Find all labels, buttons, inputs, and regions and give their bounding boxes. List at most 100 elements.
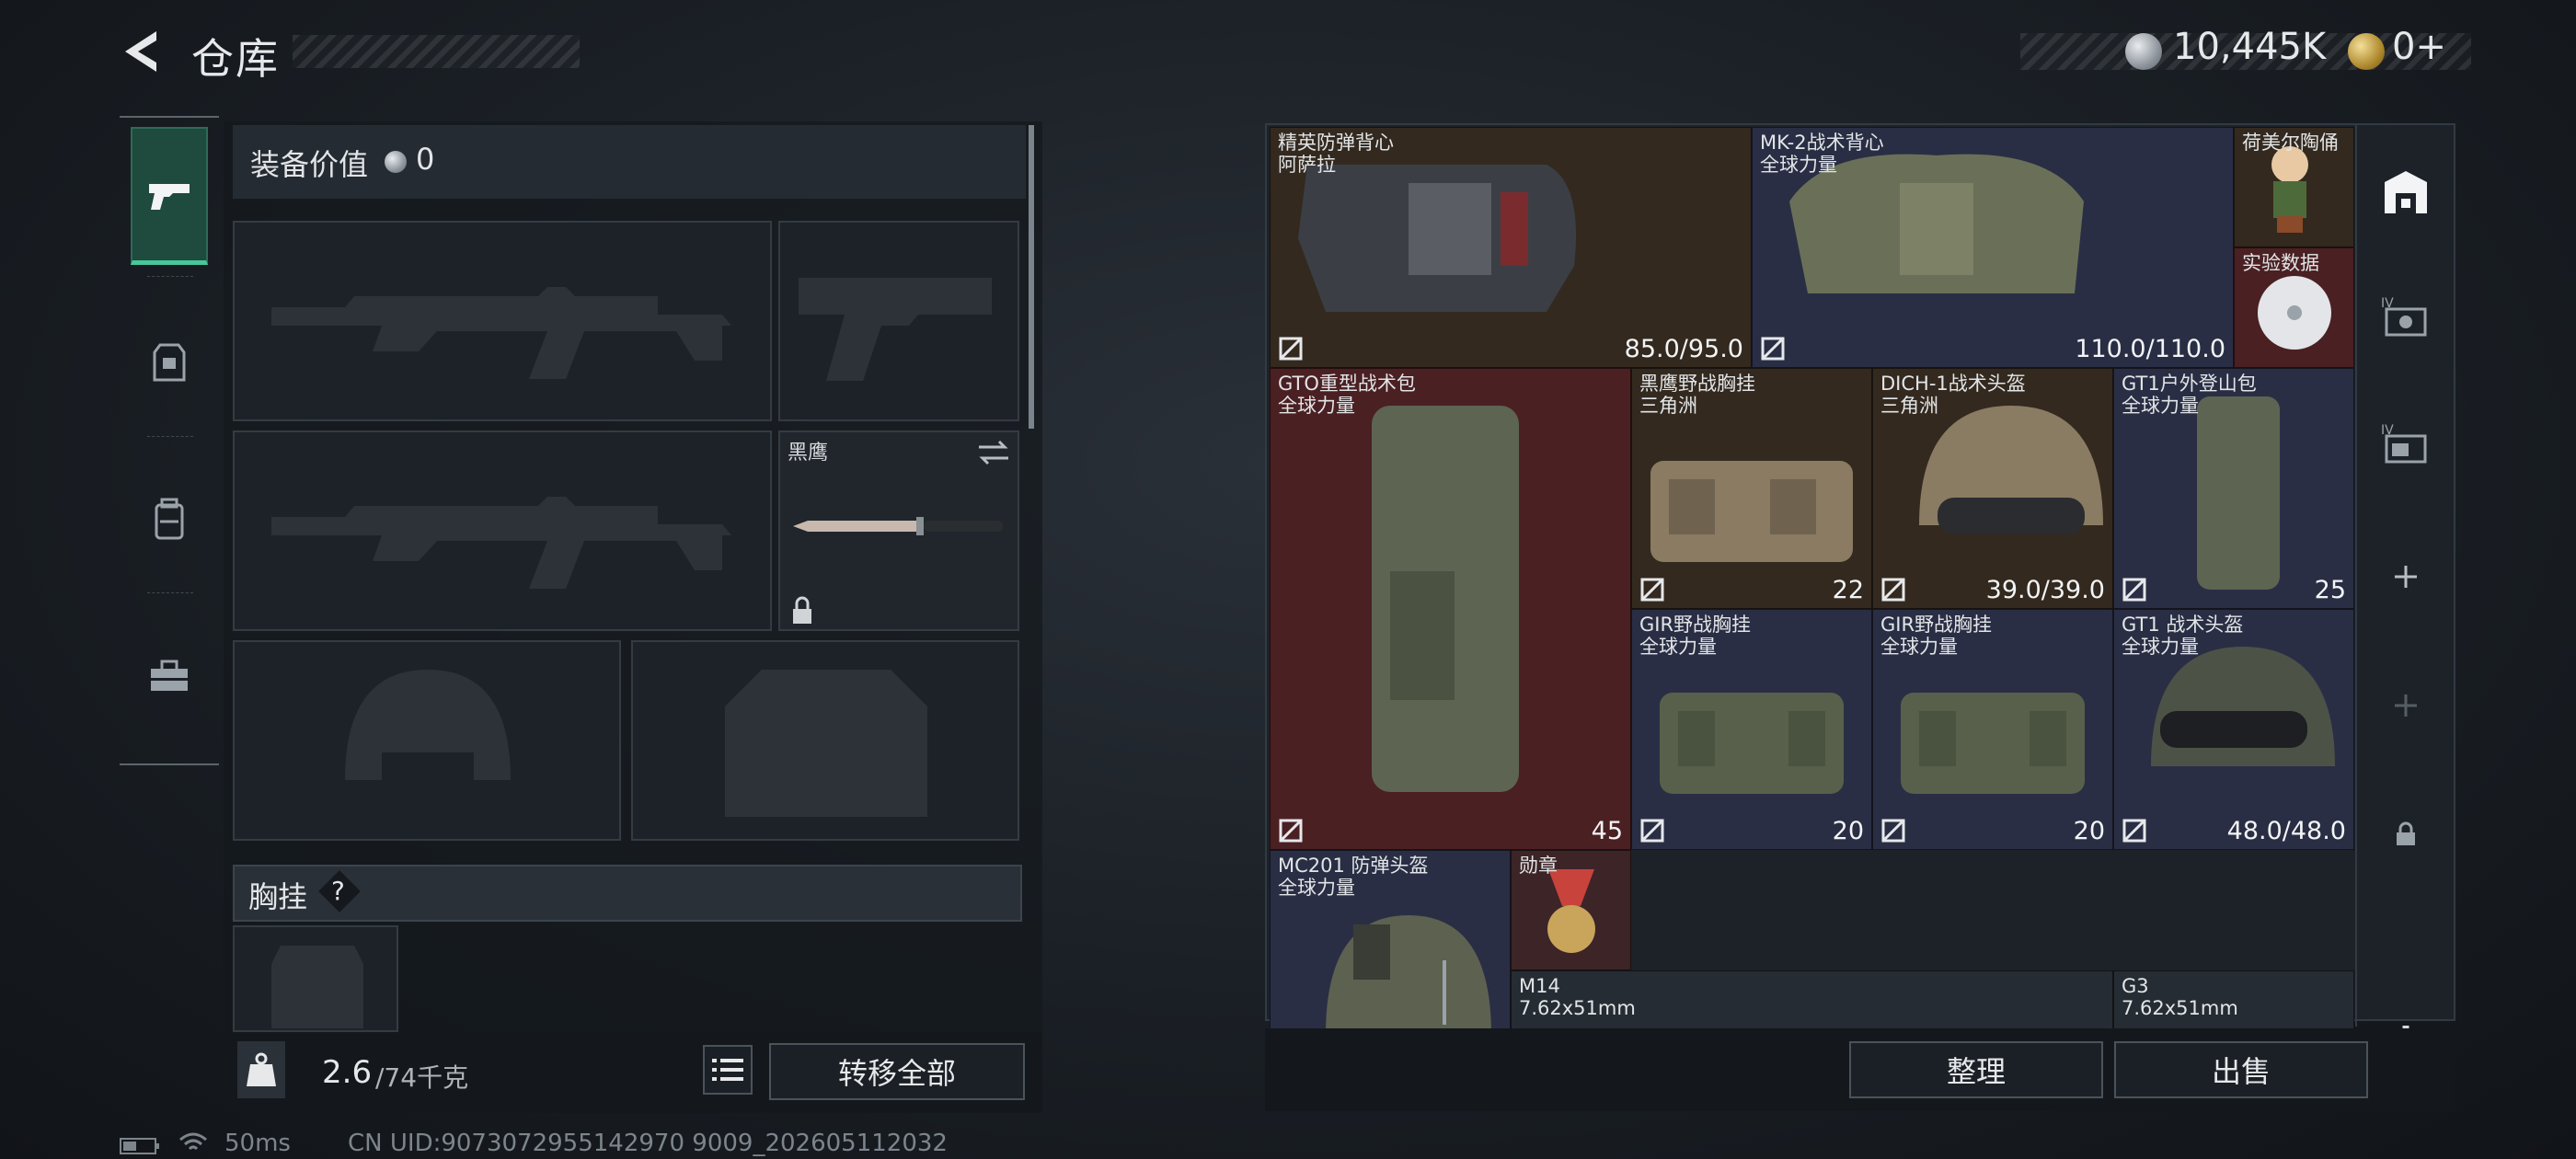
item-source: 阿萨拉 [1278, 154, 1336, 176]
back-arrow-icon[interactable] [118, 28, 166, 75]
item-source: 全球力量 [1760, 154, 1837, 176]
list-view-button[interactable] [703, 1045, 753, 1095]
item-source: 全球力量 [1278, 395, 1355, 417]
item-source: 全球力量 [2122, 395, 2199, 417]
pistol-icon [149, 183, 190, 210]
helmet-slot[interactable] [233, 640, 621, 841]
item-source: 全球力量 [1880, 636, 1958, 658]
dich1-helmet-item[interactable]: DICH-1战术头盔 三角洲 39.0/39.0 [1872, 368, 2113, 609]
gt1-helmet-item[interactable]: GT1 战术头盔 全球力量 48.0/48.0 [2113, 609, 2354, 850]
tab-divider [147, 592, 193, 593]
chest-rig-section-title: 胸挂 [248, 879, 308, 914]
silver-balance: 10,445K [2173, 26, 2327, 68]
toolbox-icon [151, 660, 188, 691]
add-storage-button-locked[interactable] [2375, 675, 2436, 736]
m14-rifle-item[interactable]: M14 7.62x51mm [1511, 970, 2113, 1028]
item-stat-value: 39.0/39.0 [1985, 576, 2105, 604]
sidearm-slot[interactable] [778, 221, 1019, 421]
item-source: 7.62x51mm [2122, 997, 2238, 1019]
item-name: DICH-1战术头盔 [1880, 373, 2026, 395]
item-name: 精英防弹背心 [1278, 132, 1394, 154]
primary-weapon-slot-1[interactable] [233, 221, 772, 421]
item-name: MK-2战术背心 [1760, 132, 1884, 154]
equipment-value-amount: 0 [416, 142, 435, 177]
g3-rifle-item[interactable]: G3 7.62x51mm [2113, 970, 2354, 1028]
item-source: 7.62x51mm [1519, 997, 1636, 1019]
storage-box-icon: IV [2381, 296, 2427, 337]
item-source: 全球力量 [2122, 636, 2199, 658]
add-storage-button[interactable] [2375, 546, 2436, 607]
storage-page-3[interactable]: IV [2375, 414, 2436, 475]
user-uid: CN UID:9073072955142970 9009_20260511203… [348, 1130, 948, 1157]
mc201-helmet-item[interactable]: MC201 防弹头盔 全球力量 [1270, 850, 1511, 1028]
weight-kg-icon [237, 1041, 285, 1098]
tab-toolbox[interactable] [131, 607, 208, 745]
hummel-figurine-item[interactable]: 荷美尔陶俑 [2234, 127, 2354, 247]
lock-icon [2397, 821, 2415, 845]
backpack-icon [155, 498, 184, 540]
no-insure-icon [2122, 578, 2146, 602]
tab-divider [147, 436, 193, 437]
item-source: 三角洲 [1880, 395, 1938, 417]
gold-balance[interactable]: 0+ [2392, 26, 2446, 68]
item-stat-value: 22 [1832, 576, 1864, 604]
mk2-tactical-vest-item[interactable]: MK-2战术背心 全球力量 110.0/110.0 [1752, 127, 2234, 368]
tab-weapons[interactable] [131, 127, 208, 265]
chest-rig-slot[interactable] [233, 925, 398, 1032]
primary-weapon-slot-2[interactable] [233, 430, 772, 631]
weight-current: 2.6 [322, 1054, 373, 1091]
melee-slot[interactable]: 黑鹰 [778, 430, 1019, 631]
lock-icon [793, 596, 811, 624]
blackhawk-chest-rig-item[interactable]: 黑鹰野战胸挂 三角洲 22 [1631, 368, 1872, 609]
locked-storage[interactable] [2375, 804, 2436, 865]
no-insure-icon [1279, 337, 1303, 361]
storage-page-main[interactable] [2375, 162, 2436, 223]
body-armor-slot[interactable] [631, 640, 1019, 841]
no-insure-icon [1279, 819, 1303, 843]
item-stat-value: 45 [1591, 817, 1623, 845]
gir-chest-rig-1-item[interactable]: GIR野战胸挂 全球力量 20 [1631, 609, 1872, 850]
equipment-value-label: 装备价值 [250, 147, 369, 182]
no-insure-icon [2122, 819, 2146, 843]
warehouse-icon [2385, 171, 2427, 213]
gold-coin-icon [2348, 33, 2385, 70]
silver-coin-icon [385, 151, 407, 173]
item-name: GIR野战胸挂 [1880, 614, 1993, 636]
gto-heavy-backpack-icon [1372, 406, 1519, 792]
sell-button[interactable]: 出售 [2114, 1041, 2368, 1098]
equipment-scrollbar[interactable] [1029, 125, 1034, 429]
item-source: 全球力量 [1639, 636, 1717, 658]
tab-backpack[interactable] [131, 451, 208, 589]
item-name: 勋章 [1519, 855, 1558, 877]
silver-coin-icon [2125, 33, 2162, 70]
no-insure-icon [1881, 819, 1905, 843]
combat-knife-icon [793, 517, 1003, 535]
gir-chest-rig-2-item[interactable]: GIR野战胸挂 全球力量 20 [1872, 609, 2113, 850]
item-stat-value: 25 [2314, 576, 2346, 604]
swap-icon[interactable] [975, 438, 1012, 467]
item-name: M14 [1519, 975, 1560, 997]
plus-icon [2395, 694, 2417, 717]
storage-page-2[interactable]: IV [2375, 287, 2436, 348]
inventory-scrollbar[interactable] [1443, 960, 1446, 1025]
tab-armor[interactable] [131, 294, 208, 432]
experiment-data-item[interactable]: 实验数据 [2234, 247, 2354, 368]
elite-armor-vest-item[interactable]: 精英防弹背心 阿萨拉 85.0/95.0 [1270, 127, 1752, 368]
header-decoration [293, 35, 580, 68]
no-insure-icon [1761, 337, 1785, 361]
armor-vest-icon [153, 343, 186, 382]
item-stat-value: 48.0/48.0 [2226, 817, 2346, 845]
item-source: 三角洲 [1639, 395, 1697, 417]
elite-armor-vest-icon [1298, 165, 1576, 312]
tab-divider [147, 276, 193, 277]
transfer-all-button[interactable]: 转移全部 [769, 1043, 1025, 1100]
gt1-hiking-backpack-item[interactable]: GT1户外登山包 全球力量 25 [2113, 368, 2354, 609]
item-name: 实验数据 [2242, 252, 2319, 274]
organize-button[interactable]: 整理 [1849, 1041, 2103, 1098]
help-icon[interactable]: ? [331, 876, 345, 906]
medal-item[interactable]: 勋章 [1511, 850, 1631, 970]
item-name: MC201 防弹头盔 [1278, 855, 1429, 877]
gto-heavy-backpack-item[interactable]: GTO重型战术包 全球力量 45 [1270, 368, 1631, 850]
helmet-silhouette-icon [345, 670, 511, 780]
melee-slot-label: 黑鹰 [788, 442, 829, 465]
